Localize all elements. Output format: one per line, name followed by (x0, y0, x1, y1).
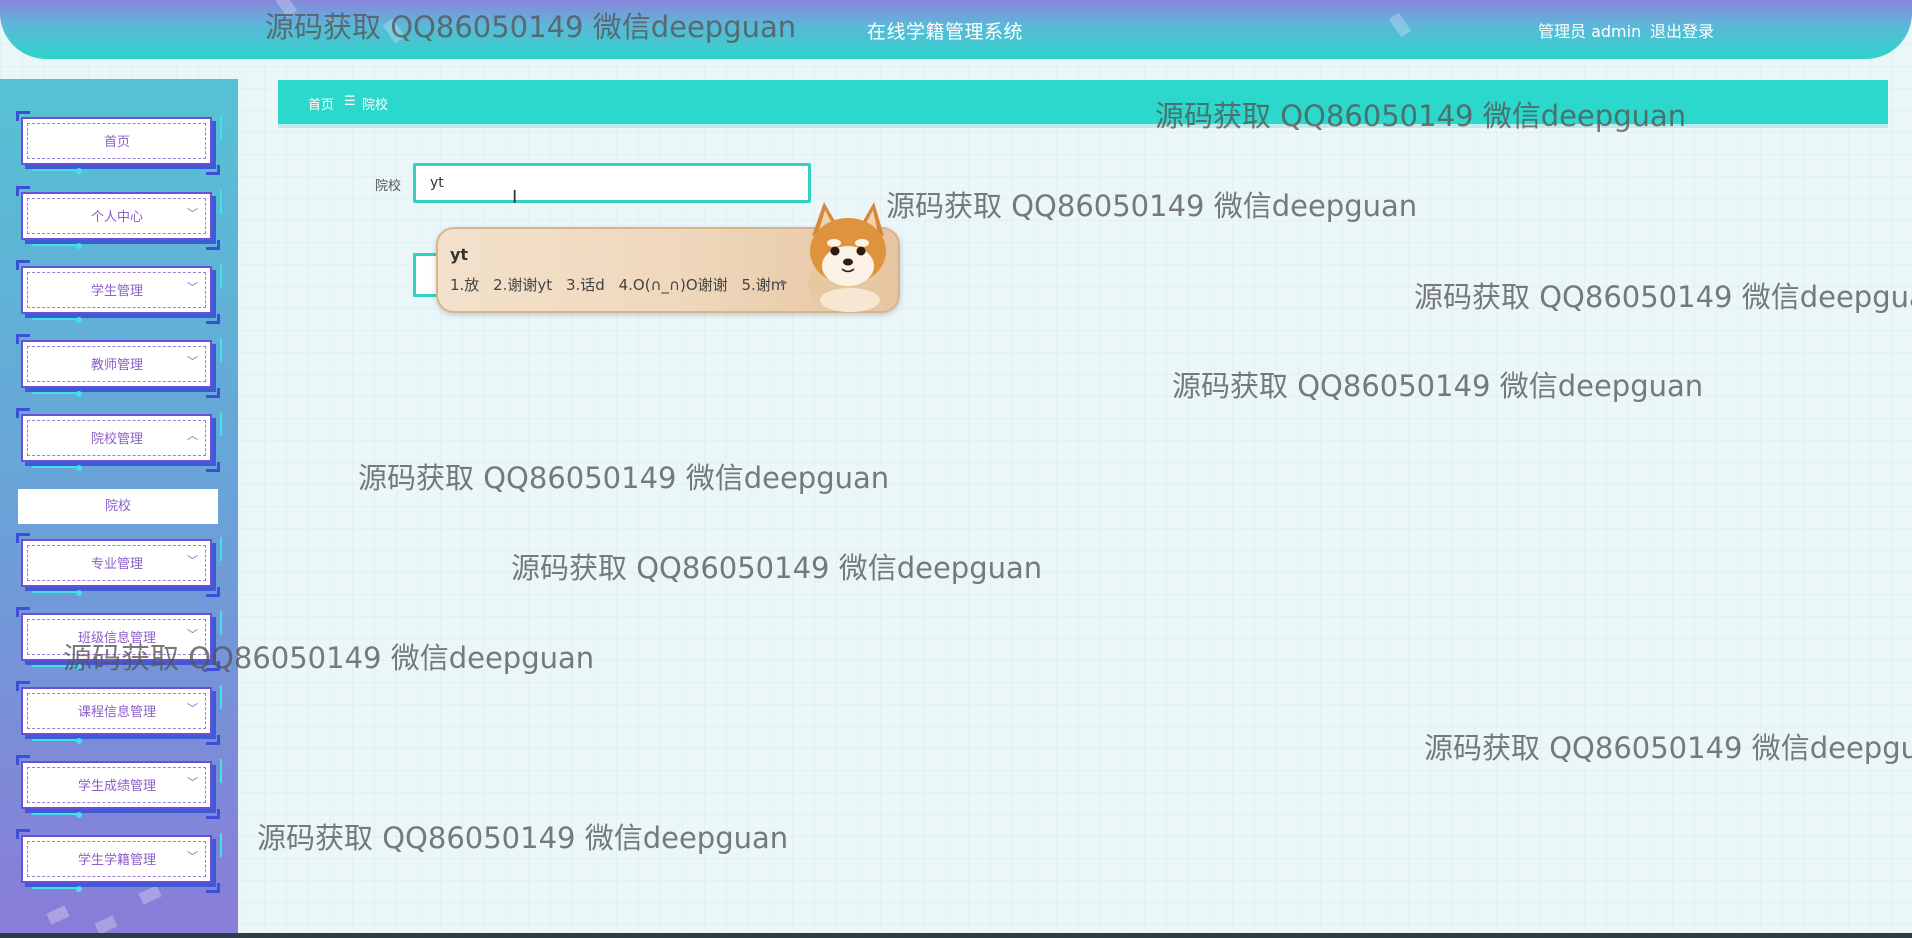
sidebar-item-classes[interactable]: 班级信息管理 ﹀ (16, 607, 222, 671)
app-title: 在线学籍管理系统 (867, 21, 1024, 43)
sidebar-subitem-school[interactable]: 院校 (18, 489, 218, 524)
sidebar-item-home[interactable]: 首页 (16, 111, 222, 175)
sidebar-decoration (46, 905, 70, 925)
ime-candidate[interactable]: 4.O(∩_∩)O谢谢 (619, 276, 728, 294)
ime-candidate-list: 1.放 2.谢谢yt 3.话d 4.O(∩_∩)O谢谢 5.谢m (450, 274, 794, 295)
chevron-up-icon: ︿ (187, 429, 198, 442)
chevron-down-icon: ﹀ (187, 702, 198, 715)
watermark-text: 源码获取 QQ86050149 微信deepguan (886, 189, 1418, 223)
sidebar-item-label: 首页 (103, 135, 130, 150)
ime-candidate[interactable]: 3.话d (566, 276, 605, 294)
menu-icon: ☰ (344, 94, 356, 109)
text-cursor-icon: I (512, 187, 518, 208)
breadcrumb-current: 院校 (362, 98, 389, 113)
ime-candidate[interactable]: 1.放 (450, 276, 479, 294)
sidebar-item-students[interactable]: 学生管理 ﹀ (16, 260, 222, 324)
header-decoration (382, 18, 406, 44)
chevron-down-icon: ﹀ (187, 776, 198, 789)
sidebar-item-courses[interactable]: 课程信息管理 ﹀ (16, 681, 222, 745)
next-page-arrow-icon[interactable]: ▸ (781, 275, 788, 290)
watermark-text: 源码获取 QQ86050149 微信deepguan (257, 821, 789, 855)
sidebar-item-records[interactable]: 学生学籍管理 ﹀ (16, 829, 222, 893)
breadcrumb: 首页 ☰ 院校 (278, 80, 1888, 124)
chevron-down-icon: ﹀ (187, 554, 198, 567)
sidebar-item-teachers[interactable]: 教师管理 ﹀ (16, 334, 222, 398)
breadcrumb-home[interactable]: 首页 (308, 94, 334, 113)
watermark-text: 源码获取 QQ86050149 微信deepguan (1414, 280, 1912, 314)
watermark-text: 源码获取 QQ86050149 微信deepguan (358, 461, 890, 495)
sidebar-item-schools[interactable]: 院校管理 ︿ (16, 408, 222, 472)
chevron-down-icon: ﹀ (187, 850, 198, 863)
chevron-down-icon: ﹀ (187, 207, 198, 220)
sidebar-item-grades[interactable]: 学生成绩管理 ﹀ (16, 755, 222, 819)
logout-link[interactable]: 退出登录 (1650, 18, 1714, 42)
ime-composition: yt (450, 245, 469, 264)
chevron-down-icon: ﹀ (187, 281, 198, 294)
watermark-text: 源码获取 QQ86050149 微信deepguan (1172, 369, 1704, 403)
header-decoration (1388, 12, 1412, 38)
watermark-text: 源码获取 QQ86050149 微信deepguan (1424, 731, 1912, 765)
ime-candidate[interactable]: 2.谢谢yt (493, 276, 552, 294)
sidebar-item-profile[interactable]: 个人中心 ﹀ (16, 186, 222, 250)
sidebar-decoration (94, 915, 118, 934)
school-field-label: 院校 (375, 179, 402, 194)
top-header: 在线学籍管理系统 管理员 admin 退出登录 (0, 0, 1912, 59)
header-decoration (274, 0, 298, 18)
chevron-down-icon: ﹀ (187, 628, 198, 641)
shiba-dog-icon (808, 202, 892, 312)
ime-candidate[interactable]: 5.谢m (741, 276, 785, 294)
current-user: 管理员 admin (1538, 22, 1642, 41)
bottom-strip (0, 933, 1912, 938)
chevron-down-icon: ﹀ (187, 355, 198, 368)
school-input[interactable] (413, 163, 811, 203)
watermark-text: 源码获取 QQ86050149 微信deepguan (511, 551, 1043, 585)
sidebar-item-majors[interactable]: 专业管理 ﹀ (16, 533, 222, 597)
